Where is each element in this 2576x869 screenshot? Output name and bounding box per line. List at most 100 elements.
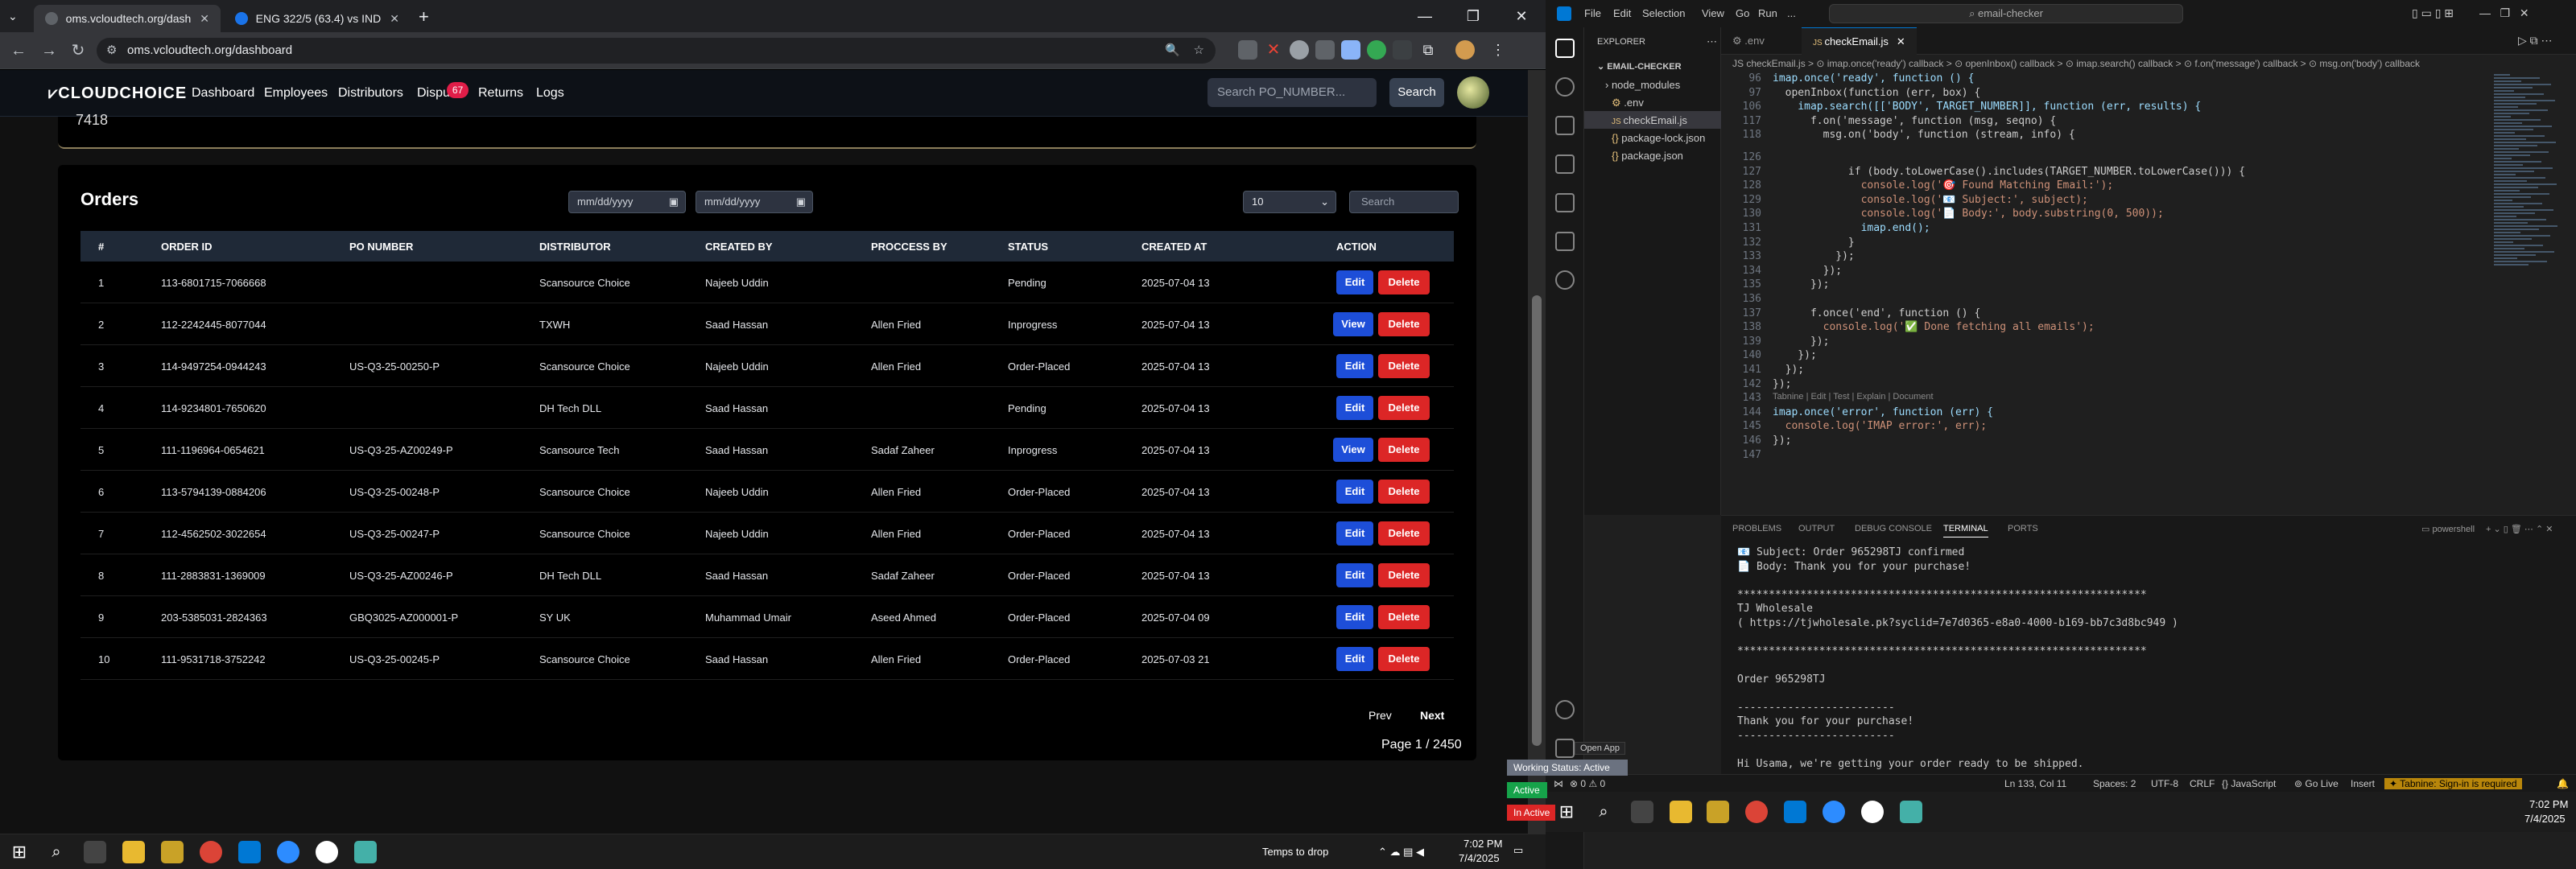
extension-x-icon[interactable]: ✕ — [1264, 40, 1283, 60]
tray-icons[interactable]: ⌃ ☁ ▤ ◀ — [1378, 846, 1424, 859]
extensions-puzzle-icon[interactable]: ⧉ — [1418, 40, 1438, 60]
delete-button[interactable]: Delete — [1378, 563, 1430, 587]
go-live[interactable]: ⊚ Go Live — [2294, 778, 2339, 789]
nav-disputes[interactable]: Dispu 67 — [417, 82, 469, 101]
inactive-status-option[interactable]: In Active — [1507, 805, 1555, 821]
task-view-icon[interactable] — [1631, 801, 1653, 823]
source-control-icon[interactable] — [1555, 116, 1575, 135]
scrollbar-thumb[interactable] — [1532, 295, 1542, 746]
folder-email-checker[interactable]: ⌄ EMAIL-CHECKER — [1597, 61, 1682, 72]
edit-button[interactable]: Edit — [1336, 605, 1373, 629]
po-search-input[interactable]: Search PO_NUMBER... — [1208, 78, 1377, 107]
github-icon[interactable] — [316, 841, 338, 863]
tab-checkemail-js[interactable]: JS checkEmail.js ✕ — [1802, 27, 1917, 55]
line-ending[interactable]: CRLF — [2190, 778, 2215, 789]
menu-selection[interactable]: Selection — [1642, 7, 1685, 19]
close-window-icon[interactable]: ✕ — [1497, 0, 1546, 32]
view-button[interactable]: View — [1333, 312, 1373, 336]
layout-icons[interactable]: ▯ ▭ ▯ ⊞ — [2412, 6, 2454, 20]
explorer-more-icon[interactable]: ⋯ — [1707, 35, 1717, 48]
address-bar[interactable]: ⚙ oms.vcloudtech.org/dashboard 🔍 ☆ — [97, 38, 1216, 64]
panel-tab-ports[interactable]: PORTS — [2008, 524, 2038, 533]
tab-close-icon[interactable]: ✕ — [200, 12, 209, 26]
problems-indicator[interactable]: ⊗ 0 ⚠ 0 — [1570, 778, 1605, 789]
extension-icon[interactable] — [1290, 40, 1309, 60]
panel-tab-terminal[interactable]: TERMINAL — [1943, 524, 1988, 537]
file-env[interactable]: ⚙ .env — [1612, 97, 1644, 109]
breadcrumbs[interactable]: JS checkEmail.js > ⊙ imap.once('ready') … — [1721, 55, 2576, 72]
profile-avatar[interactable] — [1455, 40, 1475, 60]
insert-mode[interactable]: Insert — [2351, 778, 2375, 789]
store-icon[interactable] — [1707, 801, 1729, 823]
tab-env[interactable]: ⚙ .env — [1721, 27, 1776, 55]
tabnine-icon[interactable] — [1555, 270, 1575, 290]
clock-date[interactable]: 7/4/2025 — [1459, 852, 1500, 864]
menu-edit[interactable]: Edit — [1613, 7, 1631, 19]
date-to-input[interactable]: mm/dd/yyyy ▣ — [696, 191, 813, 213]
new-tab-icon[interactable]: + — [419, 6, 429, 27]
code-editor[interactable]: 96 imap.once('ready', function () {97 ope… — [1721, 72, 2494, 515]
tab-search-icon[interactable]: ⌄ — [8, 10, 18, 23]
manage-gear-icon[interactable] — [1555, 739, 1575, 758]
start-icon[interactable]: ⊞ — [8, 841, 31, 863]
delete-button[interactable]: Delete — [1378, 354, 1430, 378]
vscode-icon[interactable] — [238, 841, 261, 863]
delete-button[interactable]: Delete — [1378, 438, 1430, 462]
po-search-button[interactable]: Search — [1389, 78, 1444, 107]
page-scrollbar[interactable] — [1528, 70, 1546, 834]
nav-employees[interactable]: Employees — [264, 86, 328, 101]
nav-dashboard[interactable]: Dashboard — [192, 86, 254, 101]
start-icon[interactable]: ⊞ — [1555, 801, 1578, 823]
app-icon[interactable] — [1900, 801, 1922, 823]
file-explorer-icon[interactable] — [122, 841, 145, 863]
calendar-icon[interactable]: ▣ — [669, 192, 679, 212]
delete-button[interactable]: Delete — [1378, 647, 1430, 671]
chrome-icon[interactable] — [200, 841, 222, 863]
active-status-option[interactable]: Active — [1507, 782, 1547, 798]
command-center[interactable]: ⌕ email-checker — [1829, 4, 2183, 23]
file-package-lock[interactable]: {} package-lock.json — [1612, 132, 1705, 144]
prev-page-button[interactable]: Prev — [1368, 709, 1392, 722]
explorer-icon[interactable] — [1555, 39, 1575, 58]
delete-button[interactable]: Delete — [1378, 521, 1430, 546]
delete-button[interactable]: Delete — [1378, 480, 1430, 504]
app-logo[interactable]: ⩗CLOUDCHOICE — [48, 84, 187, 103]
page-size-select[interactable]: 10 ⌄ — [1243, 191, 1336, 213]
remote-icon[interactable]: ⋈ — [1554, 778, 1563, 789]
delete-button[interactable]: Delete — [1378, 270, 1430, 294]
forward-icon[interactable]: → — [37, 39, 61, 63]
minimize-icon[interactable]: — — [1401, 0, 1449, 32]
table-search-input[interactable]: Search — [1349, 191, 1459, 213]
extension-icon[interactable] — [1238, 40, 1257, 60]
delete-button[interactable]: Delete — [1378, 605, 1430, 629]
weather-text[interactable]: Temps to drop — [1262, 846, 1328, 858]
reload-icon[interactable]: ↻ — [66, 39, 90, 63]
encoding[interactable]: UTF-8 — [2151, 778, 2178, 789]
panel-actions[interactable]: + ⌄ ▯ 🗑 ⋯ ⌃ ✕ — [2486, 524, 2553, 534]
zoom-app-icon[interactable] — [1823, 801, 1845, 823]
panel-tab-debug-console[interactable]: DEBUG CONSOLE — [1855, 524, 1932, 533]
panel-tab-problems[interactable]: PROBLEMS — [1732, 524, 1781, 533]
zoom-icon[interactable]: 🔍 — [1165, 38, 1180, 64]
tab-close-icon[interactable]: ✕ — [1897, 35, 1905, 47]
browser-menu-icon[interactable]: ⋮ — [1491, 42, 1505, 59]
menu-more[interactable]: ... — [1787, 7, 1796, 19]
nav-distributors[interactable]: Distributors — [338, 86, 403, 101]
user-avatar[interactable] — [1457, 76, 1489, 109]
language-mode[interactable]: {} JavaScript — [2222, 778, 2276, 789]
vscode-window-controls[interactable]: — ❐ ✕ — [2479, 6, 2529, 20]
notifications-bell-icon[interactable]: 🔔 — [2557, 778, 2569, 789]
date-from-input[interactable]: mm/dd/yyyy ▣ — [568, 191, 686, 213]
edit-button[interactable]: Edit — [1336, 396, 1373, 420]
bookmark-star-icon[interactable]: ☆ — [1194, 38, 1204, 64]
run-debug-icon[interactable] — [1555, 154, 1575, 174]
nav-returns[interactable]: Returns — [478, 86, 523, 101]
menu-go[interactable]: Go — [1736, 7, 1749, 19]
zoom-app-icon[interactable] — [277, 841, 299, 863]
site-info-icon[interactable]: ⚙ — [106, 38, 117, 64]
github-icon[interactable] — [1861, 801, 1884, 823]
tabnine-status[interactable]: ✦ Tabnine: Sign-in is required — [2384, 778, 2522, 789]
maximize-icon[interactable]: ❐ — [1449, 0, 1497, 32]
notification-icon[interactable]: ▭ — [1513, 844, 1523, 857]
browser-tab-cricket[interactable]: ENG 322/5 (63.4) vs IND 587 (1... ✕ — [224, 5, 411, 32]
